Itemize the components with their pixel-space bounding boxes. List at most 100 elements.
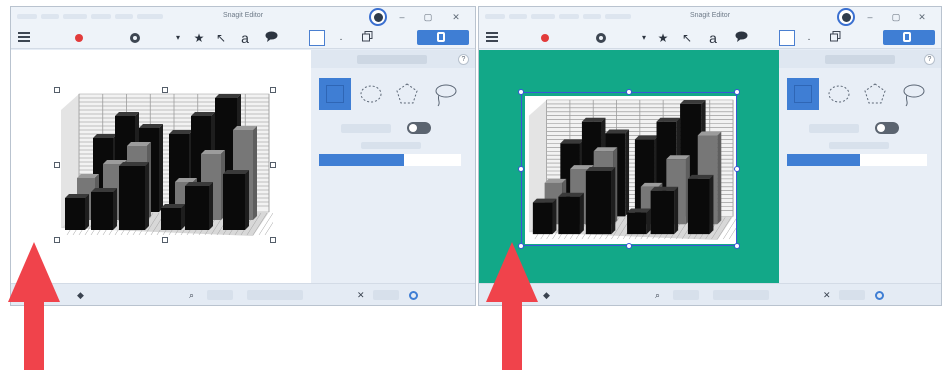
chart-bar-side: [85, 194, 89, 230]
option-label: [341, 124, 391, 133]
settings-icon[interactable]: [409, 291, 418, 300]
profile-icon[interactable]: [837, 8, 855, 26]
zoom-level-field[interactable]: [673, 290, 699, 300]
pointer-arrow-right: [486, 242, 538, 370]
resize-handle[interactable]: [518, 166, 524, 172]
magic-wand-icon[interactable]: ✕: [823, 290, 831, 301]
polygon-selection-button[interactable]: [391, 78, 423, 110]
resize-handle[interactable]: [626, 243, 632, 249]
chevron-down-icon[interactable]: ▾: [639, 29, 649, 47]
resize-handle[interactable]: [270, 87, 276, 93]
maximize-button[interactable]: ▢: [889, 10, 903, 24]
ellipse-selection-button[interactable]: [823, 78, 855, 110]
star-icon[interactable]: ★: [655, 29, 671, 47]
chart-bar-top: [91, 188, 117, 192]
ellipse-selection-button[interactable]: [355, 78, 387, 110]
maximize-button[interactable]: ▢: [421, 10, 435, 24]
fill-toggle[interactable]: [407, 122, 431, 134]
tool-field: [839, 290, 865, 300]
polygon-selection-button[interactable]: [859, 78, 891, 110]
resize-handle[interactable]: [270, 162, 276, 168]
fill-toggle[interactable]: [875, 122, 899, 134]
record-icon[interactable]: [75, 34, 83, 42]
image-size-field[interactable]: [713, 290, 769, 300]
help-button[interactable]: ?: [924, 54, 935, 65]
selection-tool-icon[interactable]: [309, 30, 325, 46]
resize-handle[interactable]: [162, 87, 168, 93]
settings-icon[interactable]: [875, 291, 884, 300]
callout-icon[interactable]: [733, 29, 749, 47]
callout-icon[interactable]: [263, 29, 279, 47]
chart-bar-top: [93, 134, 117, 138]
resize-handle[interactable]: [734, 243, 740, 249]
bar-chart-image: [57, 90, 280, 240]
toolbar: ▾ ★ ↖ a .: [11, 27, 475, 49]
chart-bar-top: [215, 94, 241, 98]
text-tool-icon[interactable]: a: [705, 29, 721, 47]
minimize-button[interactable]: –: [395, 10, 409, 24]
properties-panel: ?: [779, 50, 941, 283]
comparison-stage: Snagit Editor – ▢ ✕ ▾ ★ ↖ a . ? ◆ ⌕ ✕ Sn…: [0, 0, 944, 376]
resize-handle[interactable]: [518, 89, 524, 95]
rectangle-selection-button[interactable]: [319, 78, 351, 110]
chart-bar-side: [253, 126, 257, 220]
zoom-level-field[interactable]: [207, 290, 233, 300]
more-tools-dot[interactable]: .: [337, 29, 345, 47]
arrow-tool-icon[interactable]: ↖: [679, 29, 695, 47]
tolerance-slider[interactable]: [319, 154, 461, 166]
share-button[interactable]: [883, 30, 935, 45]
magic-wand-icon[interactable]: ✕: [357, 290, 365, 301]
chart-bar-top: [201, 150, 225, 154]
resize-handle[interactable]: [54, 87, 60, 93]
chart-bar: [223, 174, 245, 230]
zoom-icon[interactable]: ⌕: [189, 290, 194, 301]
pointer-arrow-left: [8, 242, 60, 370]
resize-handle[interactable]: [162, 237, 168, 243]
hamburger-menu-icon[interactable]: [17, 29, 31, 47]
properties-panel: ?: [311, 50, 475, 283]
chart-bar-top: [119, 162, 149, 166]
arrow-tool-icon[interactable]: ↖: [213, 29, 229, 47]
properties-header: ?: [779, 50, 941, 68]
chart-bar-top: [191, 112, 215, 116]
title-bar: Snagit Editor – ▢ ✕: [479, 7, 941, 27]
tolerance-slider[interactable]: [787, 154, 927, 166]
minimize-button[interactable]: –: [863, 10, 877, 24]
resize-handle[interactable]: [734, 166, 740, 172]
rectangle-selection-button[interactable]: [787, 78, 819, 110]
close-button[interactable]: ✕: [449, 10, 463, 24]
selection-tool-icon[interactable]: [779, 30, 795, 46]
captured-image[interactable]: [57, 90, 280, 240]
resize-handle[interactable]: [734, 89, 740, 95]
resize-handle[interactable]: [270, 237, 276, 243]
resize-handle[interactable]: [54, 162, 60, 168]
hamburger-menu-icon[interactable]: [485, 29, 499, 47]
copy-icon[interactable]: [827, 29, 843, 47]
more-tools-dot[interactable]: .: [805, 29, 813, 47]
text-tool-icon[interactable]: a: [237, 29, 253, 47]
snagit-window-after: Snagit Editor – ▢ ✕ ▾ ★ ↖ a . ? ◆ ⌕ ✕: [478, 6, 942, 306]
profile-icon[interactable]: [369, 8, 387, 26]
chart-bar-top: [223, 170, 249, 174]
chart-bar-top: [185, 182, 213, 186]
copy-icon[interactable]: [359, 29, 375, 47]
chevron-down-icon[interactable]: ▾: [173, 29, 183, 47]
tag-icon[interactable]: ◆: [77, 290, 84, 301]
image-size-field[interactable]: [247, 290, 303, 300]
lasso-selection-button[interactable]: [429, 78, 461, 110]
close-button[interactable]: ✕: [915, 10, 929, 24]
lasso-selection-button[interactable]: [897, 78, 929, 110]
properties-header: ?: [311, 50, 475, 68]
star-icon[interactable]: ★: [191, 29, 207, 47]
chart-bar: [119, 166, 145, 230]
resize-handle[interactable]: [626, 89, 632, 95]
help-button[interactable]: ?: [458, 54, 469, 65]
chart-bar-top: [233, 126, 257, 130]
gear-icon[interactable]: [130, 33, 140, 43]
zoom-icon[interactable]: ⌕: [655, 290, 660, 301]
tag-icon[interactable]: ◆: [543, 290, 550, 301]
selection-outline[interactable]: [521, 92, 737, 246]
share-button[interactable]: [417, 30, 469, 45]
record-icon[interactable]: [541, 34, 549, 42]
gear-icon[interactable]: [596, 33, 606, 43]
